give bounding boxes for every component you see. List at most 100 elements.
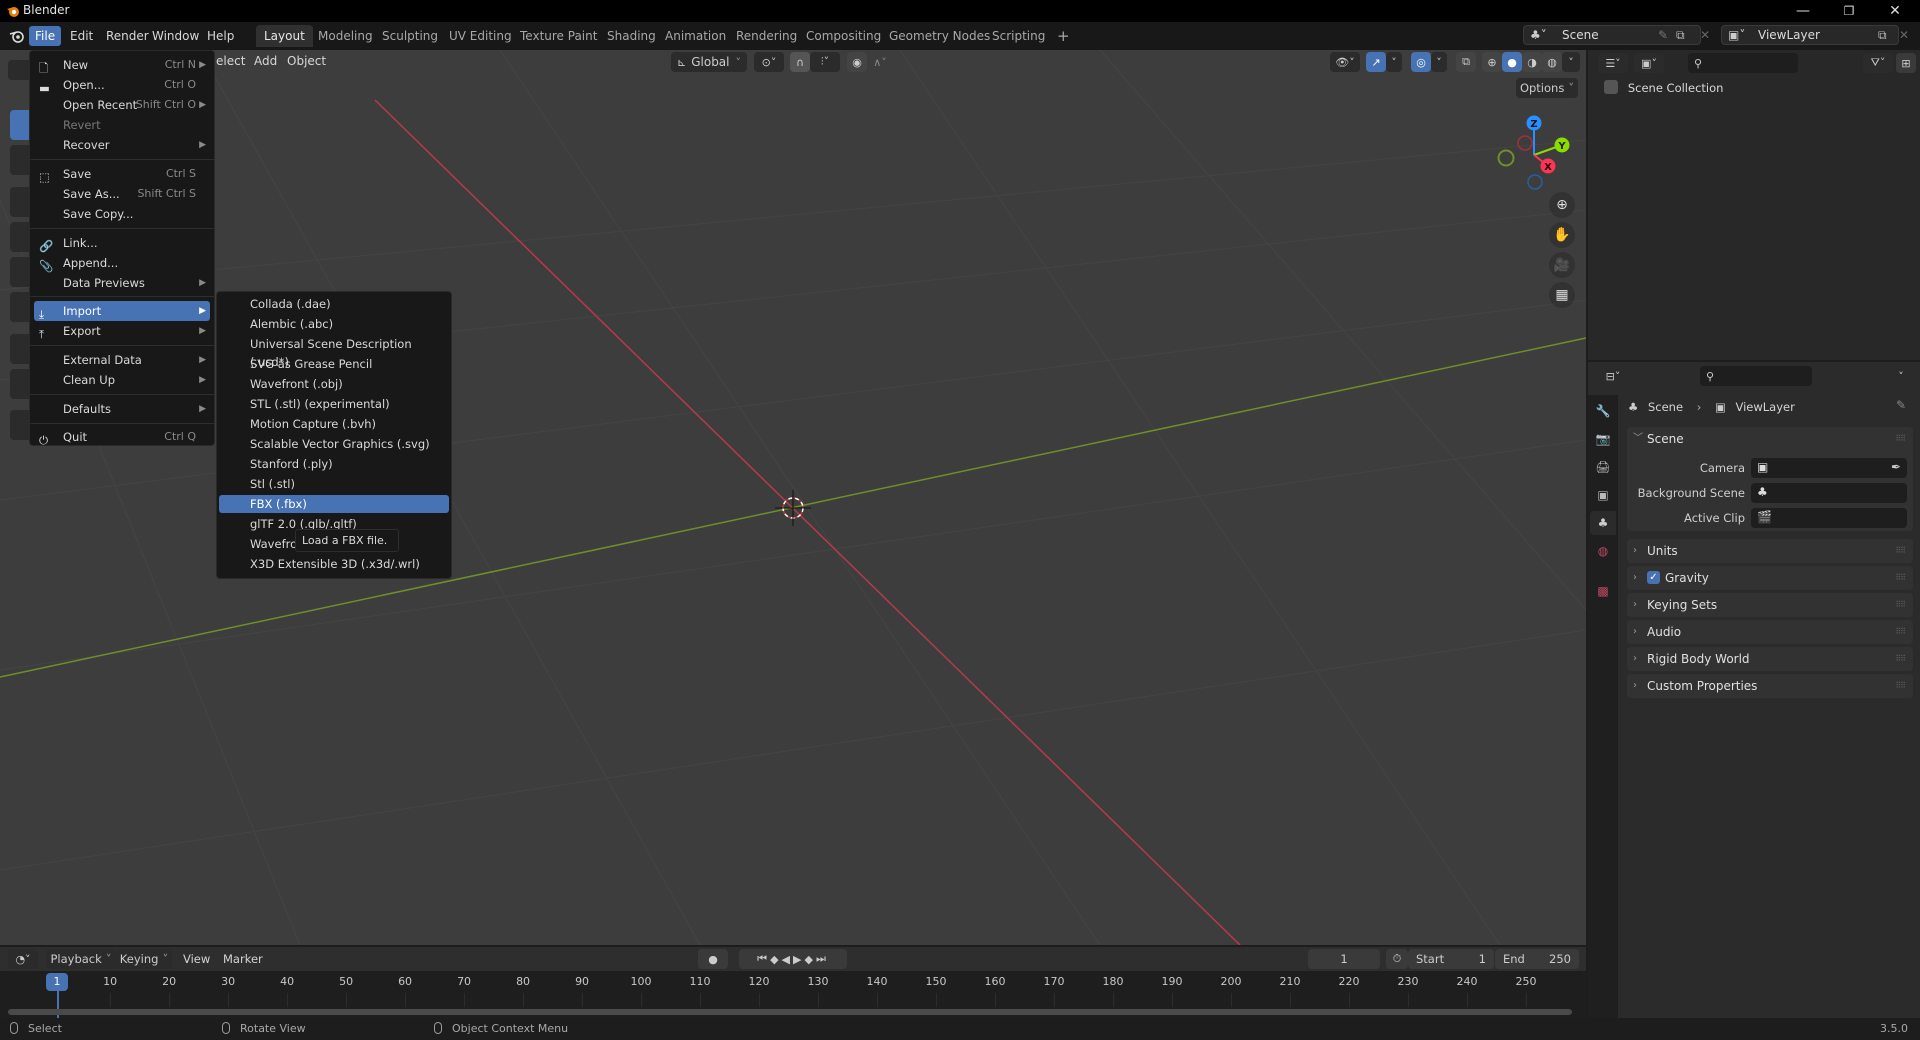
keying-menu[interactable]: Keying ˅ bbox=[116, 949, 172, 969]
outliner-filter-dropdown[interactable]: ⛛˅ bbox=[1863, 53, 1893, 73]
view-layer-selector[interactable]: ▣˅ ViewLayer ⧉ bbox=[1721, 25, 1899, 45]
properties-editor-type-dropdown[interactable]: ⊟˅ bbox=[1598, 366, 1628, 386]
outliner-item-scene-collection[interactable]: Scene Collection bbox=[1604, 78, 1723, 98]
overlays-dropdown[interactable]: ˅ bbox=[1431, 52, 1447, 72]
menu-item-external-data[interactable]: External Data ▶ bbox=[34, 350, 210, 370]
tab-scripting[interactable]: Scripting bbox=[984, 25, 1053, 47]
menu-item-append[interactable]: 📎 Append... bbox=[34, 253, 210, 273]
import-item-stl-experimental[interactable]: STL (.stl) (experimental) bbox=[219, 395, 449, 413]
tab-compositing[interactable]: Compositing bbox=[798, 25, 889, 47]
menu-item-data-previews[interactable]: Data Previews ▶ bbox=[34, 273, 210, 293]
new-view-layer-icon[interactable]: ⧉ bbox=[1878, 26, 1887, 44]
play-reverse-icon[interactable]: ◀ bbox=[782, 953, 793, 966]
gravity-checkbox[interactable]: ✓ bbox=[1647, 571, 1660, 584]
menu-file[interactable]: File bbox=[29, 26, 62, 46]
perspective-toggle-button[interactable]: ▦ bbox=[1549, 282, 1575, 308]
selectability-visibility-dropdown[interactable]: 👁˅ bbox=[1330, 52, 1360, 72]
tab-shading[interactable]: Shading bbox=[599, 25, 664, 47]
tab-modeling[interactable]: Modeling bbox=[310, 25, 381, 47]
drag-handle-icon[interactable]: ⠿⠿ bbox=[1895, 674, 1906, 698]
import-item-collada[interactable]: Collada (.dae) bbox=[219, 295, 449, 313]
shading-dropdown[interactable]: ˅ bbox=[1562, 52, 1580, 72]
play-icon[interactable]: ▶ bbox=[793, 953, 804, 966]
drag-handle-icon[interactable]: ⠿⠿ bbox=[1895, 620, 1906, 644]
shading-solid[interactable]: ● bbox=[1502, 52, 1522, 72]
rigid-body-world-panel[interactable]: › Rigid Body World ⠿⠿ bbox=[1627, 647, 1913, 671]
tab-texture-paint[interactable]: Texture Paint bbox=[512, 25, 605, 47]
tab-world[interactable]: ◍ bbox=[1590, 539, 1616, 563]
menu-item-open[interactable]: ▬ Open... Ctrl O bbox=[34, 75, 210, 95]
shading-wireframe[interactable]: ⊕ bbox=[1482, 52, 1502, 72]
properties-search-input[interactable]: ⚲ bbox=[1700, 366, 1812, 386]
menu-item-defaults[interactable]: Defaults ▶ bbox=[34, 399, 210, 419]
import-item-wavefront-obj[interactable]: Wavefront (.obj) bbox=[219, 375, 449, 393]
tab-texture[interactable]: ▩ bbox=[1590, 579, 1616, 603]
drag-handle-icon[interactable]: ⠿⠿ bbox=[1895, 539, 1906, 563]
shading-material[interactable]: ◑ bbox=[1522, 52, 1542, 72]
active-clip-field[interactable]: 🎬 bbox=[1751, 508, 1907, 528]
marker-menu[interactable]: Marker bbox=[223, 952, 263, 966]
menu-item-save[interactable]: ⬚ Save Ctrl S bbox=[34, 164, 210, 184]
timeline-editor-type[interactable]: ◔˅ bbox=[8, 949, 38, 969]
navigation-gizmo[interactable]: Z Y X bbox=[1490, 110, 1580, 190]
import-item-stl[interactable]: Stl (.stl) bbox=[219, 475, 449, 493]
shading-rendered[interactable]: ◍ bbox=[1542, 52, 1562, 72]
jump-start-icon[interactable]: ⏮ bbox=[757, 952, 770, 966]
import-item-stanford-ply[interactable]: Stanford (.ply) bbox=[219, 455, 449, 473]
tab-view-layer[interactable]: ▣ bbox=[1590, 483, 1616, 507]
view-menu[interactable]: View bbox=[183, 952, 210, 966]
menu-item-clean-up[interactable]: Clean Up ▶ bbox=[34, 370, 210, 390]
proportional-edit-toggle[interactable]: ◉ bbox=[847, 52, 867, 72]
xray-toggle[interactable]: ⧉ bbox=[1456, 52, 1476, 72]
tab-uv-editing[interactable]: UV Editing bbox=[441, 25, 520, 47]
tab-geometry-nodes[interactable]: Geometry Nodes bbox=[881, 25, 998, 47]
menu-item-link[interactable]: 🔗 Link... bbox=[34, 233, 210, 253]
gravity-panel[interactable]: › ✓ Gravity ⠿⠿ bbox=[1627, 566, 1913, 590]
new-collection-button[interactable]: ⊞ bbox=[1896, 53, 1916, 73]
drag-handle-icon[interactable]: ⠿⠿ bbox=[1895, 427, 1906, 451]
delete-scene-icon[interactable]: ✕ bbox=[1700, 25, 1710, 45]
outliner-display-mode-dropdown[interactable]: ☰˅ bbox=[1598, 53, 1628, 73]
menu-item-save-copy[interactable]: Save Copy... bbox=[34, 204, 210, 224]
tab-output[interactable]: 🖨 bbox=[1590, 455, 1616, 479]
snap-target-dropdown[interactable]: ⫶˅ bbox=[810, 52, 840, 72]
delete-view-layer-icon[interactable]: ✕ bbox=[1899, 25, 1909, 45]
menu-item-quit[interactable]: ⏻ Quit Ctrl Q bbox=[34, 427, 210, 447]
blender-menu-icon[interactable] bbox=[9, 28, 25, 44]
pivot-point-dropdown[interactable]: ⊙˅ bbox=[754, 52, 784, 72]
end-frame-field[interactable]: End 250 bbox=[1495, 949, 1579, 969]
new-scene-icon[interactable]: ⧉ bbox=[1676, 26, 1685, 44]
menu-item-save-as[interactable]: Save As... Shift Ctrl S bbox=[34, 184, 210, 204]
viewport-menu-object[interactable]: Object bbox=[287, 54, 326, 68]
properties-options-dropdown[interactable]: ˅ bbox=[1890, 366, 1912, 386]
scene-panel-header[interactable]: ﹀ Scene ⠿⠿ bbox=[1627, 427, 1913, 451]
audio-panel[interactable]: › Audio ⠿⠿ bbox=[1627, 620, 1913, 644]
menu-item-open-recent[interactable]: Open Recent Shift Ctrl O ▶ bbox=[34, 95, 210, 115]
menu-help[interactable]: Help bbox=[201, 26, 240, 46]
drag-handle-icon[interactable]: ⠿⠿ bbox=[1895, 647, 1906, 671]
import-item-fbx[interactable]: FBX (.fbx) bbox=[219, 495, 449, 513]
menu-item-new[interactable]: 🗋 New Ctrl N ▶ bbox=[34, 55, 210, 75]
camera-field[interactable]: ▣ ✒ bbox=[1751, 458, 1907, 478]
gizmo-toggle[interactable]: ↗ bbox=[1366, 52, 1386, 72]
transform-orientation-dropdown[interactable]: ⊾ Global ˅ bbox=[671, 52, 747, 72]
snap-toggle[interactable]: ∩ bbox=[790, 52, 810, 72]
camera-view-button[interactable]: 🎥 bbox=[1549, 252, 1575, 278]
next-keyframe-icon[interactable]: ◆ bbox=[804, 953, 815, 966]
import-item-alembic[interactable]: Alembic (.abc) bbox=[219, 315, 449, 333]
outliner-filter-view-layer[interactable]: ▣˅ bbox=[1634, 53, 1664, 73]
auto-keying-toggle[interactable]: ● bbox=[698, 949, 728, 969]
zoom-view-button[interactable]: ⊕ bbox=[1549, 192, 1575, 218]
pin-icon[interactable]: ✎ bbox=[1896, 398, 1906, 412]
overlays-toggle[interactable]: ◎ bbox=[1411, 52, 1431, 72]
tab-scene[interactable]: ♣ bbox=[1590, 511, 1616, 535]
scene-selector[interactable]: ♣˅ Scene ✎ ⧉ bbox=[1523, 25, 1701, 45]
restore-button[interactable]: ❐ bbox=[1826, 0, 1872, 22]
start-frame-field[interactable]: Start 1 bbox=[1408, 949, 1494, 969]
drag-handle-icon[interactable]: ⠿⠿ bbox=[1895, 566, 1906, 590]
jump-end-icon[interactable]: ⏭ bbox=[816, 952, 829, 966]
neg-y-handle[interactable] bbox=[1497, 149, 1515, 167]
menu-edit[interactable]: Edit bbox=[64, 26, 99, 46]
tab-tool[interactable]: 🔧 bbox=[1590, 399, 1616, 423]
viewport-menu-select[interactable]: elect bbox=[216, 54, 245, 68]
